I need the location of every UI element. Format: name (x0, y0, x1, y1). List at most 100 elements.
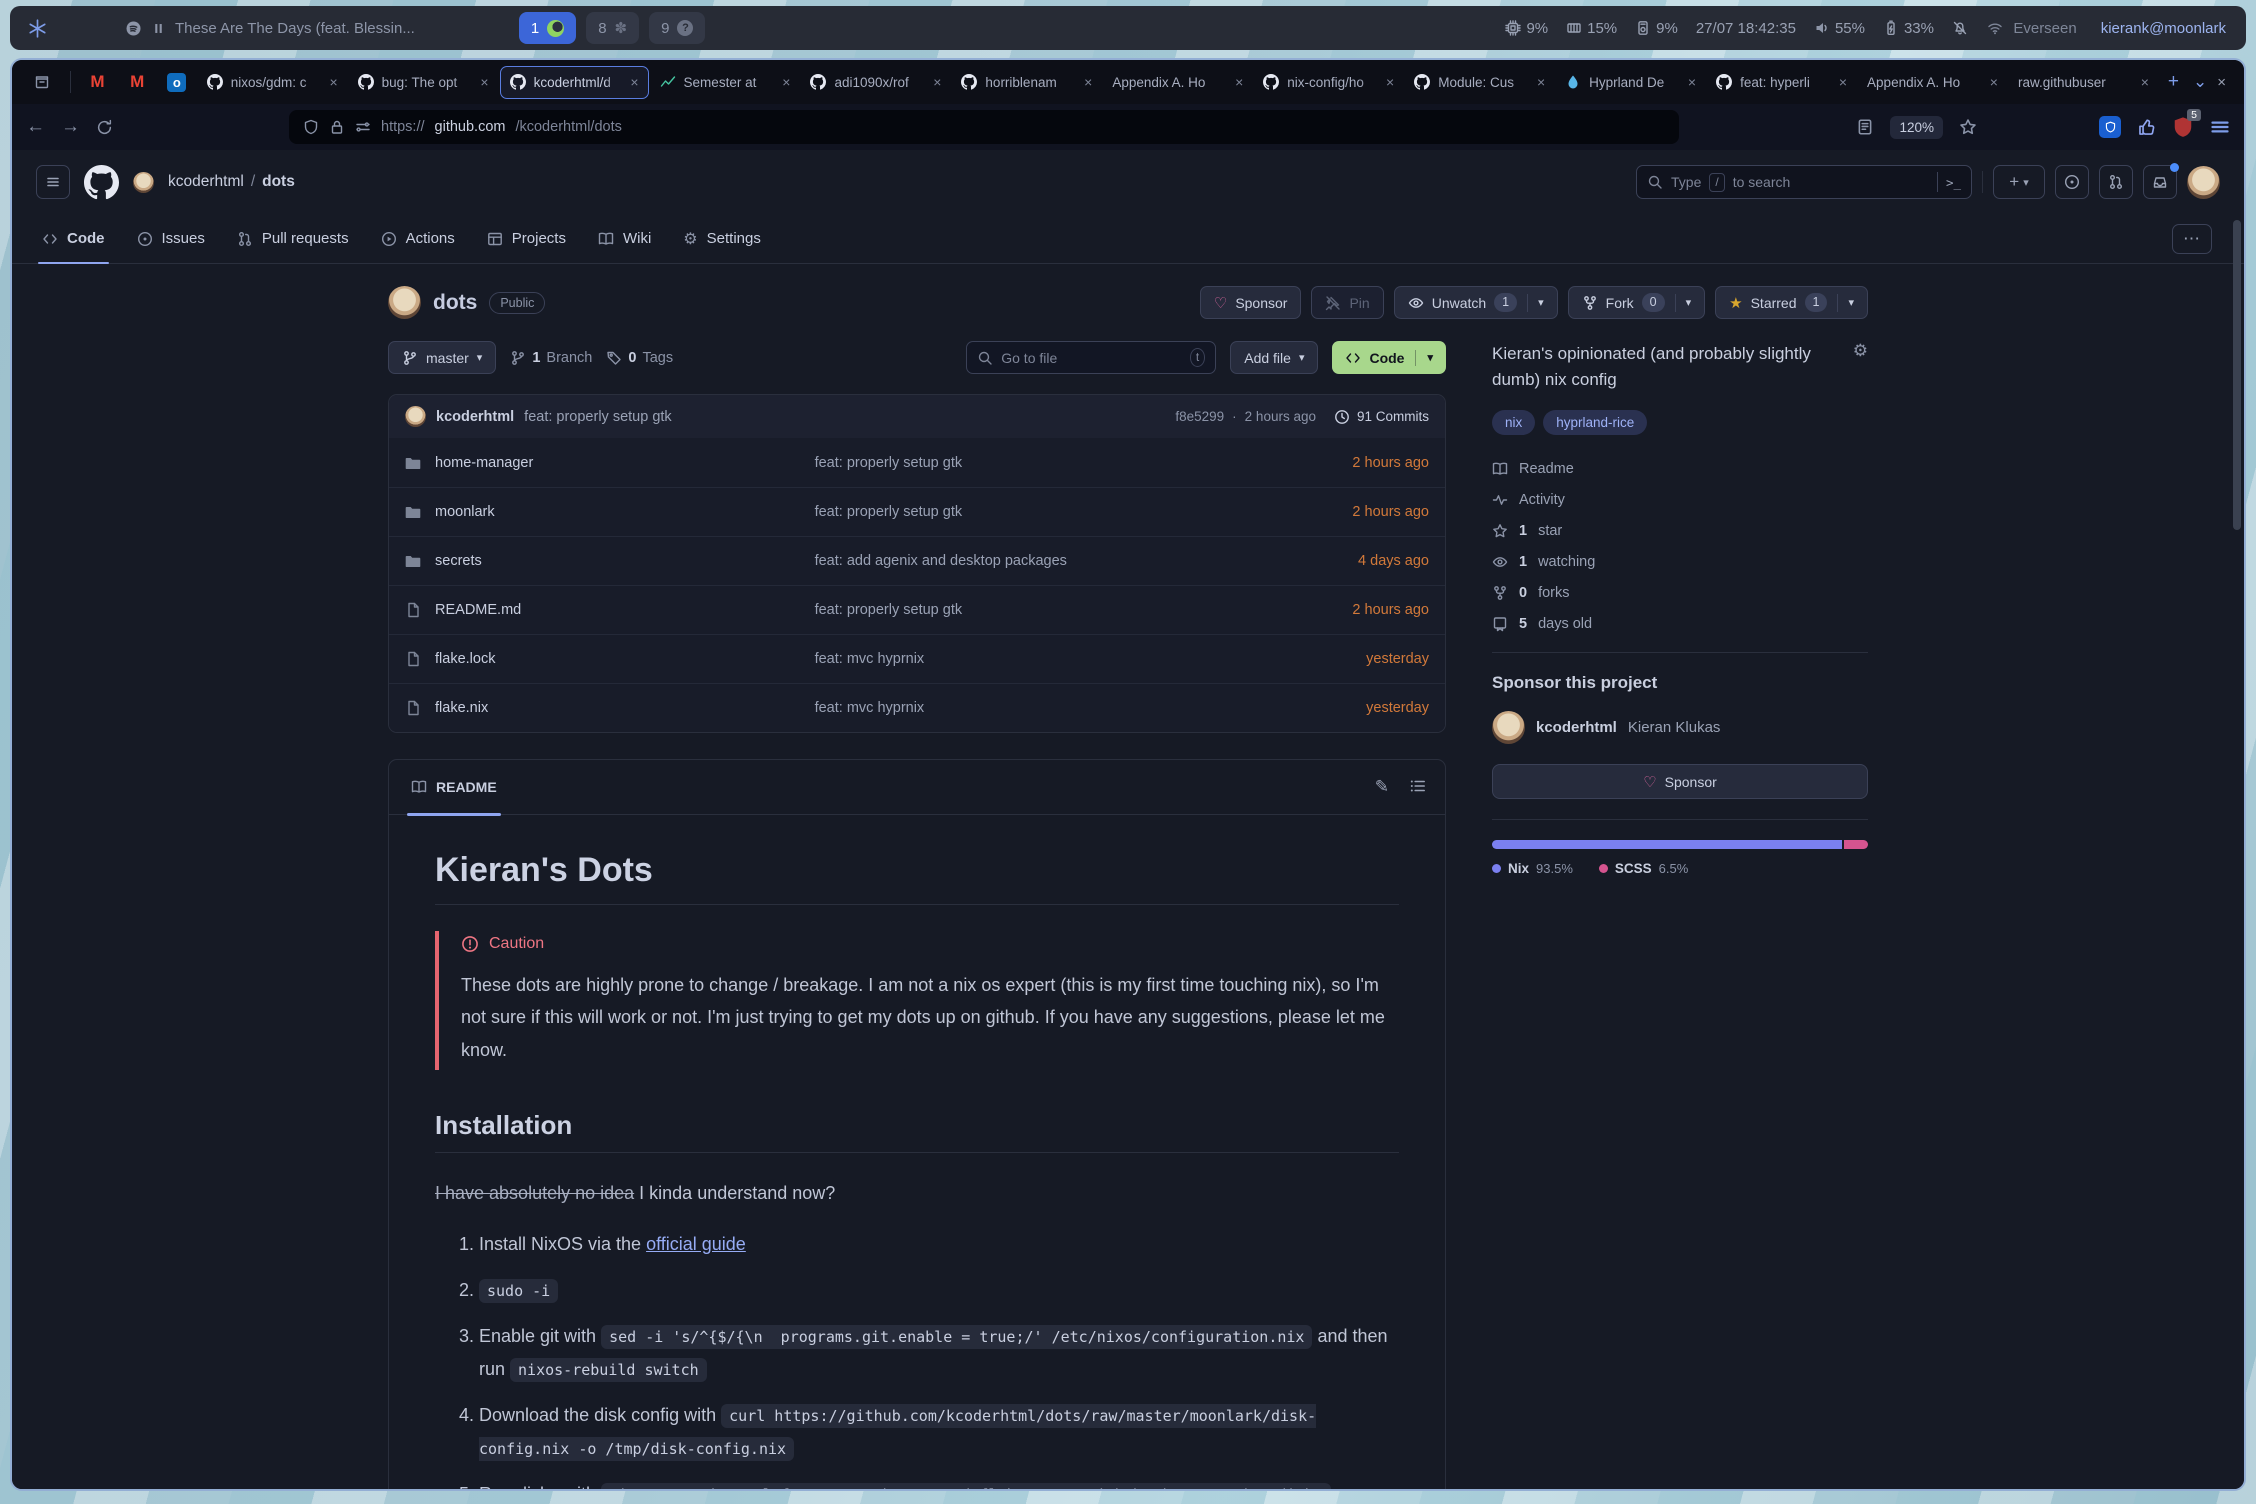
dnd-toggle[interactable] (1952, 20, 1968, 36)
back-button[interactable]: ← (26, 116, 45, 138)
close-icon[interactable]: × (1688, 74, 1696, 90)
file-row[interactable]: moonlark feat: properly setup gtk 2 hour… (389, 487, 1445, 536)
tab-module-cus[interactable]: Module: Cus × (1405, 66, 1554, 99)
tab-semester[interactable]: Semester at × (651, 66, 800, 99)
language-scss[interactable]: SCSS 6.5% (1599, 861, 1688, 876)
close-icon[interactable]: × (1386, 74, 1394, 90)
bitwarden-extension-icon[interactable] (2099, 116, 2121, 138)
file-name-link[interactable]: flake.nix (435, 700, 488, 716)
tab-issues[interactable]: Issues (125, 214, 217, 263)
close-icon[interactable]: × (2141, 74, 2149, 90)
readme-tab[interactable]: README (407, 760, 501, 815)
close-icon[interactable]: × (329, 74, 337, 90)
close-icon[interactable]: × (1839, 74, 1847, 90)
window-close-button[interactable]: × (2209, 74, 2234, 91)
wifi-ssid[interactable]: Everseen (2013, 20, 2076, 37)
pencil-icon[interactable]: ✎ (1375, 777, 1389, 797)
repo-title[interactable]: dots (433, 291, 477, 315)
official-guide-link[interactable]: official guide (646, 1234, 746, 1254)
branches-link[interactable]: 1 Branch (510, 350, 592, 366)
forward-button[interactable]: → (61, 116, 80, 138)
tab-horriblenam[interactable]: horriblenam × (952, 66, 1101, 99)
language-nix[interactable]: Nix 93.5% (1492, 861, 1573, 876)
tab-appendix-a-2[interactable]: Appendix A. Ho × (1858, 66, 2007, 99)
ublock-extension-icon[interactable]: 5 (2172, 115, 2194, 139)
add-file-button[interactable]: Add file ▾ (1230, 341, 1318, 374)
tab-settings[interactable]: ⚙ Settings (671, 214, 773, 263)
caret-down-icon[interactable]: ▾ (1538, 296, 1544, 309)
workspace-1[interactable]: 1 (519, 12, 576, 44)
volume-stat[interactable]: 55% (1814, 20, 1865, 37)
workspace-9[interactable]: 9 ? (649, 12, 705, 44)
breadcrumb-owner-link[interactable]: kcoderhtml (168, 173, 244, 191)
sponsor-button[interactable]: ♡ Sponsor (1200, 286, 1302, 319)
workspace-8[interactable]: 8 ✽ (586, 12, 639, 44)
user-avatar[interactable] (2187, 166, 2220, 199)
sponsor-user-row[interactable]: kcoderhtml Kieran Klukas (1492, 711, 1868, 744)
tab-bug-the-opt[interactable]: bug: The opt × (349, 66, 498, 99)
tab-kcoderhtml-dots-active[interactable]: kcoderhtml/d × (500, 66, 649, 99)
close-icon[interactable]: × (933, 74, 941, 90)
file-row[interactable]: home-manager feat: properly setup gtk 2 … (389, 438, 1445, 487)
global-nav-menu-button[interactable] (36, 165, 70, 199)
file-name-link[interactable]: moonlark (435, 504, 495, 520)
file-commit-message[interactable]: feat: mvc hyprnix (815, 700, 1299, 716)
menu-hamburger-icon[interactable] (2210, 117, 2230, 137)
unwatch-button[interactable]: Unwatch 1 ▾ (1394, 286, 1558, 319)
file-commit-message[interactable]: feat: properly setup gtk (815, 504, 1299, 520)
pinned-tab-gmail-2[interactable]: M (118, 66, 156, 98)
code-dropdown-button[interactable]: Code ▾ (1332, 341, 1446, 374)
commit-message[interactable]: feat: properly setup gtk (524, 409, 672, 425)
tab-nixos-gdm[interactable]: nixos/gdm: c × (198, 66, 347, 99)
tab-raw-githubusercontent[interactable]: raw.githubuser × (2009, 66, 2158, 99)
forks-link[interactable]: 0 forks (1492, 585, 1868, 601)
commits-history-link[interactable]: 91 Commits (1334, 409, 1429, 425)
close-icon[interactable]: × (1235, 74, 1243, 90)
go-to-file-input[interactable]: Go to file t (966, 341, 1216, 374)
starred-button[interactable]: ★ Starred 1 ▾ (1715, 286, 1868, 319)
file-name-link[interactable]: home-manager (435, 455, 533, 471)
media-player-widget[interactable]: These Are The Days (feat. Blessin... (125, 20, 415, 37)
gear-icon[interactable]: ⚙ (1853, 341, 1868, 392)
commit-author-avatar[interactable] (405, 406, 426, 427)
close-icon[interactable]: × (1084, 74, 1092, 90)
close-icon[interactable]: × (480, 74, 488, 90)
caret-down-icon[interactable]: ▾ (1848, 296, 1854, 309)
bookmark-star-icon[interactable] (1959, 118, 1977, 136)
file-name-link[interactable]: flake.lock (435, 651, 495, 667)
tab-code[interactable]: Code (30, 214, 117, 263)
tab-wiki[interactable]: Wiki (586, 214, 663, 263)
file-row[interactable]: flake.nix feat: mvc hyprnix yesterday (389, 683, 1445, 732)
activity-link[interactable]: Activity (1492, 492, 1868, 508)
tab-library-button[interactable] (22, 66, 62, 98)
topic-hyprland-rice[interactable]: hyprland-rice (1543, 410, 1647, 435)
pinned-tab-gmail-1[interactable]: M (79, 66, 117, 98)
site-permissions-icon[interactable] (355, 119, 371, 135)
new-tab-button[interactable]: + (2168, 71, 2179, 93)
command-palette-icon[interactable]: >_ (1946, 175, 1961, 190)
file-commit-message[interactable]: feat: properly setup gtk (815, 455, 1299, 471)
tab-adi1090x[interactable]: adi1090x/rof × (801, 66, 950, 99)
tags-link[interactable]: 0 Tags (606, 350, 673, 366)
caret-down-icon[interactable]: ▾ (1686, 296, 1692, 309)
reload-button[interactable] (96, 119, 113, 136)
close-icon[interactable]: × (1990, 74, 1998, 90)
tab-appendix-a-1[interactable]: Appendix A. Ho × (1103, 66, 1252, 99)
fork-button[interactable]: Fork 0 ▾ (1568, 286, 1705, 319)
tab-pull-requests[interactable]: Pull requests (225, 214, 361, 263)
commit-author[interactable]: kcoderhtml (436, 409, 514, 425)
watchers-link[interactable]: 1 watching (1492, 554, 1868, 570)
tab-actions[interactable]: Actions (369, 214, 467, 263)
reader-mode-icon[interactable] (1856, 118, 1874, 136)
url-bar[interactable]: https://github.com/kcoderhtml/dots (289, 110, 1679, 144)
page-scrollbar[interactable] (2233, 220, 2241, 530)
file-commit-message[interactable]: feat: properly setup gtk (815, 602, 1299, 618)
file-commit-message[interactable]: feat: add agenix and desktop packages (815, 553, 1299, 569)
pull-requests-nav-button[interactable] (2099, 165, 2133, 199)
breadcrumb-repo-link[interactable]: dots (262, 173, 295, 191)
file-name-link[interactable]: secrets (435, 553, 482, 569)
file-row[interactable]: README.md feat: properly setup gtk 2 hou… (389, 585, 1445, 634)
repo-nav-overflow-button[interactable]: ⋯ (2172, 224, 2212, 254)
like-extension-icon[interactable] (2137, 118, 2156, 137)
create-new-button[interactable]: + ▾ (1993, 165, 2045, 199)
